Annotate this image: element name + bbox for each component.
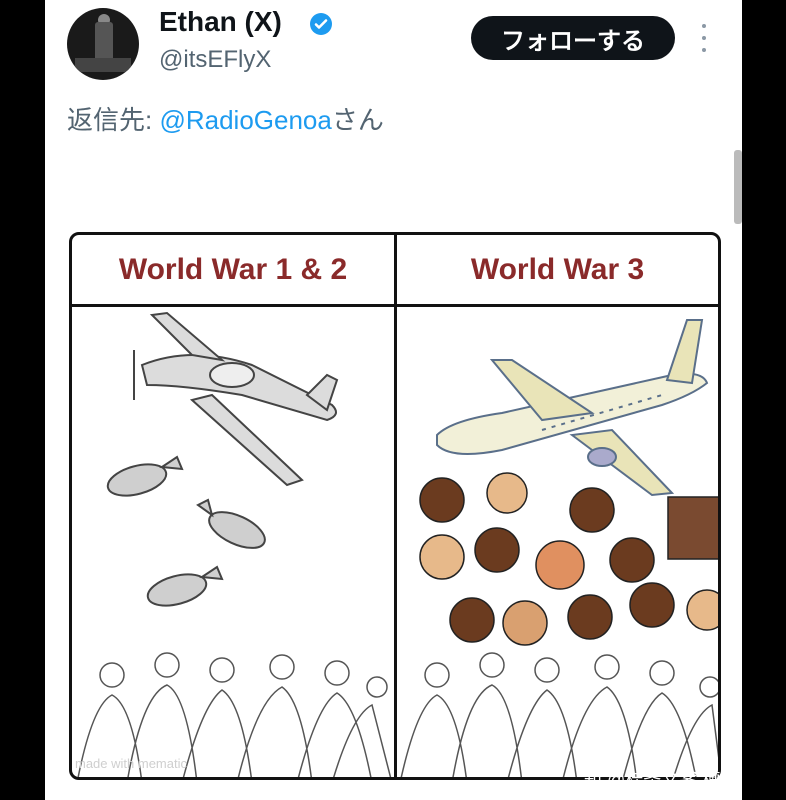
follow-button[interactable]: フォローする — [471, 16, 675, 60]
panel-divider — [394, 235, 397, 777]
overlay-watermark: 知 @桂圣⽂案 槽吧 — [584, 770, 739, 790]
mematic-watermark: made with mematic — [75, 756, 187, 771]
reply-mention-link[interactable]: @RadioGenoa — [159, 105, 331, 135]
reply-suffix: さん — [331, 105, 384, 135]
tweet-card: Ethan (X) @itsEFlyX フォローする 返信先: @RadioGe… — [45, 0, 742, 800]
reply-context: 返信先: @RadioGenoaさん — [67, 100, 384, 137]
avatar[interactable] — [67, 8, 139, 80]
bomb-icon — [106, 455, 266, 607]
verified-badge-icon — [310, 13, 332, 35]
crowd-faces-icon — [419, 472, 718, 646]
scrollbar[interactable] — [734, 150, 742, 224]
reply-prefix: 返信先: — [67, 105, 160, 135]
more-options-icon[interactable] — [699, 24, 709, 52]
ww2-plane-icon — [133, 311, 339, 487]
display-name[interactable]: Ethan (X) — [159, 6, 282, 38]
user-handle[interactable]: @itsEFlyX — [159, 46, 271, 74]
panel-title-right: World War 3 — [397, 235, 718, 307]
airliner-icon — [436, 319, 709, 497]
crowd-sketch-right — [400, 652, 718, 777]
meme-image[interactable]: World War 1 & 2 World War 3 — [69, 232, 721, 780]
panel-title-left: World War 1 & 2 — [72, 235, 394, 307]
